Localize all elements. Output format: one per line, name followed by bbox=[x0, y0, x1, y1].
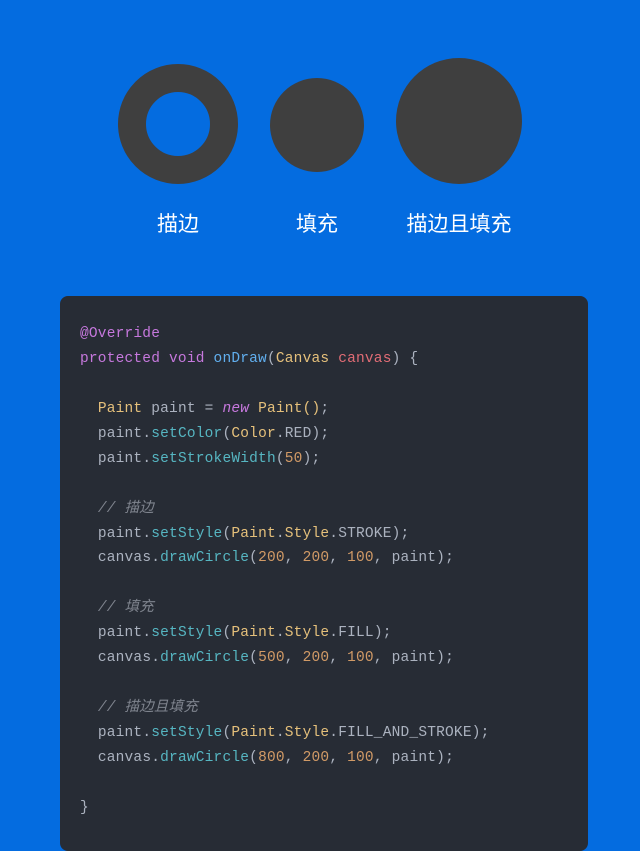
circle-medium-icon bbox=[270, 78, 364, 172]
shape-stroke: 描边 bbox=[118, 64, 238, 238]
shape-stroke-and-fill: 描边且填充 bbox=[396, 58, 522, 238]
circle-large-icon bbox=[396, 58, 522, 184]
shape-label-stroke: 描边 bbox=[157, 208, 199, 238]
shape-label-fill: 填充 bbox=[296, 208, 338, 238]
shape-label-both: 描边且填充 bbox=[407, 208, 512, 238]
shape-fill: 填充 bbox=[270, 78, 364, 238]
shapes-row: 描边 填充 描边且填充 bbox=[0, 0, 640, 258]
code-annotation: @Override bbox=[80, 326, 160, 342]
ring-icon bbox=[118, 64, 238, 184]
code-block: @Overrideprotected void onDraw(Canvas ca… bbox=[60, 296, 588, 851]
